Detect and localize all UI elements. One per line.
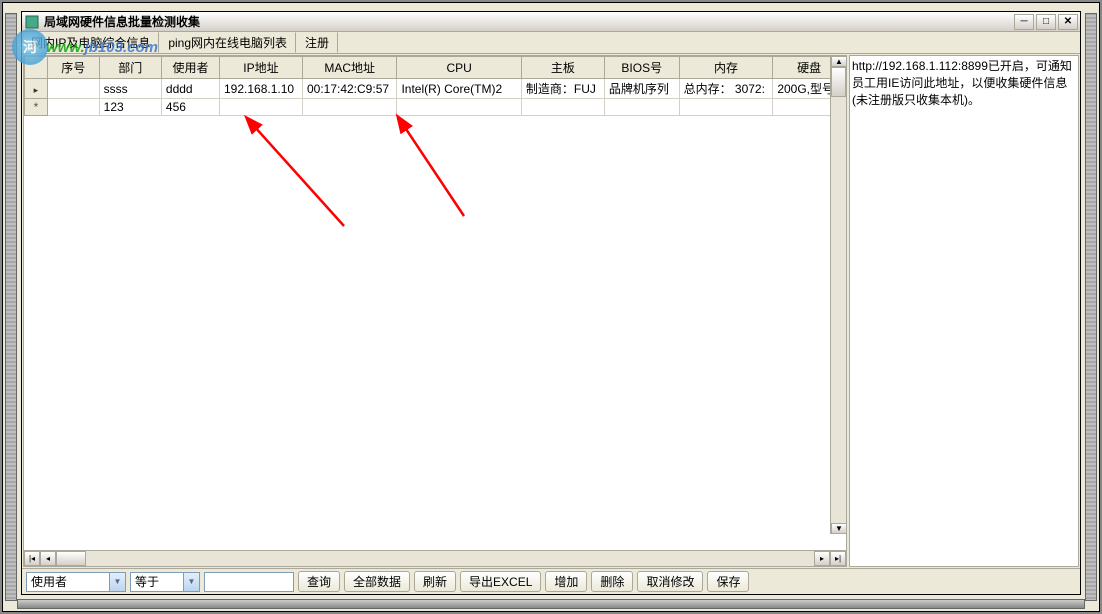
cell-cpu[interactable] bbox=[397, 99, 521, 116]
menu-ping-list[interactable]: ping网内在线电脑列表 bbox=[159, 32, 296, 53]
chevron-down-icon[interactable]: ▼ bbox=[109, 573, 125, 591]
vertical-scrollbar[interactable]: ▲ ▼ bbox=[830, 56, 846, 534]
col-user[interactable]: 使用者 bbox=[161, 57, 219, 79]
scroll-left-button[interactable]: ◂ bbox=[40, 551, 56, 566]
window-title: 局域网硬件信息批量检测收集 bbox=[44, 13, 1014, 30]
app-icon bbox=[24, 14, 40, 30]
annotation-arrow-1 bbox=[224, 106, 404, 246]
col-ip[interactable]: IP地址 bbox=[219, 57, 302, 79]
search-value-input[interactable] bbox=[204, 572, 294, 592]
cell-ip[interactable]: 192.168.1.10 bbox=[219, 79, 302, 99]
scroll-thumb[interactable] bbox=[56, 551, 86, 566]
scroll-down-button[interactable]: ▼ bbox=[831, 523, 846, 534]
grid-header-row: 序号 部门 使用者 IP地址 MAC地址 CPU 主板 BIOS号 内存 硬盘 bbox=[25, 57, 846, 79]
frame-decor-bottom bbox=[17, 599, 1085, 609]
side-info-pane: http://192.168.1.112:8899已开启，可通知员工用IE访问此… bbox=[849, 55, 1079, 567]
cell-dept[interactable]: 123 bbox=[99, 99, 161, 116]
main-pane: 序号 部门 使用者 IP地址 MAC地址 CPU 主板 BIOS号 内存 硬盘 bbox=[23, 55, 847, 567]
cell-seq[interactable] bbox=[47, 79, 99, 99]
menu-ip-info[interactable]: 网内IP及电脑综合信息 bbox=[22, 32, 159, 53]
cell-user[interactable]: dddd bbox=[161, 79, 219, 99]
cell-bios[interactable] bbox=[604, 99, 679, 116]
cell-mac[interactable]: 00:17:42:C9:57 bbox=[302, 79, 396, 99]
cell-mem[interactable] bbox=[679, 99, 773, 116]
col-mb[interactable]: 主板 bbox=[521, 57, 604, 79]
scroll-thumb[interactable] bbox=[831, 67, 846, 97]
menu-register[interactable]: 注册 bbox=[296, 32, 338, 53]
grid-wrapper: 序号 部门 使用者 IP地址 MAC地址 CPU 主板 BIOS号 内存 硬盘 bbox=[24, 56, 846, 550]
col-mac[interactable]: MAC地址 bbox=[302, 57, 396, 79]
table-row[interactable]: 123 456 bbox=[25, 99, 846, 116]
chevron-down-icon[interactable]: ▼ bbox=[183, 573, 199, 591]
table-row[interactable]: ssss dddd 192.168.1.10 00:17:42:C9:57 In… bbox=[25, 79, 846, 99]
frame-decor-right bbox=[1085, 13, 1097, 601]
menubar: 河 www. jb103.com 网内IP及电脑综合信息 ping网内在线电脑列… bbox=[22, 32, 1080, 54]
col-cpu[interactable]: CPU bbox=[397, 57, 521, 79]
cell-dept[interactable]: ssss bbox=[99, 79, 161, 99]
cell-mb[interactable] bbox=[521, 99, 604, 116]
close-button[interactable]: ✕ bbox=[1058, 14, 1078, 30]
frame-decor-left bbox=[5, 13, 17, 601]
titlebar: 局域网硬件信息批量检测收集 ─ □ ✕ bbox=[22, 12, 1080, 32]
add-button[interactable]: 增加 bbox=[545, 571, 587, 592]
all-data-button[interactable]: 全部数据 bbox=[344, 571, 410, 592]
cell-seq[interactable] bbox=[47, 99, 99, 116]
scroll-up-button[interactable]: ▲ bbox=[831, 56, 846, 67]
grid-corner bbox=[25, 57, 48, 79]
row-indicator bbox=[25, 79, 48, 99]
minimize-button[interactable]: ─ bbox=[1014, 14, 1034, 30]
cell-mem[interactable]: 总内存： 3072: bbox=[679, 79, 773, 99]
cell-mb[interactable]: 制造商：FUJ bbox=[521, 79, 604, 99]
scroll-last-button[interactable]: ▸| bbox=[830, 551, 846, 566]
scroll-first-button[interactable]: |◂ bbox=[24, 551, 40, 566]
bottombar: 使用者 ▼ 等于 ▼ 查询 全部数据 刷新 导出EXCEL 增加 删除 取消修改… bbox=[22, 568, 1080, 594]
col-mem[interactable]: 内存 bbox=[679, 57, 773, 79]
col-dept[interactable]: 部门 bbox=[99, 57, 161, 79]
annotation-arrow-2 bbox=[374, 106, 554, 246]
operator-combo[interactable]: 等于 ▼ bbox=[130, 572, 200, 592]
cell-mac[interactable] bbox=[302, 99, 396, 116]
data-grid[interactable]: 序号 部门 使用者 IP地址 MAC地址 CPU 主板 BIOS号 内存 硬盘 bbox=[24, 56, 846, 116]
row-indicator bbox=[25, 99, 48, 116]
field-combo-value: 使用者 bbox=[27, 573, 109, 590]
app-window: 局域网硬件信息批量检测收集 ─ □ ✕ 河 www. jb103.com 网内I… bbox=[21, 11, 1081, 595]
cell-user[interactable]: 456 bbox=[161, 99, 219, 116]
search-button[interactable]: 查询 bbox=[298, 571, 340, 592]
scroll-right-button[interactable]: ▸ bbox=[814, 551, 830, 566]
cell-ip[interactable] bbox=[219, 99, 302, 116]
side-info-text: http://192.168.1.112:8899已开启，可通知员工用IE访问此… bbox=[852, 59, 1072, 107]
field-combo[interactable]: 使用者 ▼ bbox=[26, 572, 126, 592]
operator-combo-value: 等于 bbox=[131, 573, 183, 590]
delete-button[interactable]: 删除 bbox=[591, 571, 633, 592]
maximize-button[interactable]: □ bbox=[1036, 14, 1056, 30]
refresh-button[interactable]: 刷新 bbox=[414, 571, 456, 592]
export-excel-button[interactable]: 导出EXCEL bbox=[460, 571, 541, 592]
cancel-edit-button[interactable]: 取消修改 bbox=[637, 571, 703, 592]
col-bios[interactable]: BIOS号 bbox=[604, 57, 679, 79]
cell-cpu[interactable]: Intel(R) Core(TM)2 bbox=[397, 79, 521, 99]
scroll-track[interactable] bbox=[831, 67, 846, 523]
col-seq[interactable]: 序号 bbox=[47, 57, 99, 79]
save-button[interactable]: 保存 bbox=[707, 571, 749, 592]
cell-bios[interactable]: 品牌机序列 bbox=[604, 79, 679, 99]
scroll-track[interactable] bbox=[56, 551, 814, 566]
horizontal-scrollbar[interactable]: |◂ ◂ ▸ ▸| bbox=[24, 550, 846, 566]
